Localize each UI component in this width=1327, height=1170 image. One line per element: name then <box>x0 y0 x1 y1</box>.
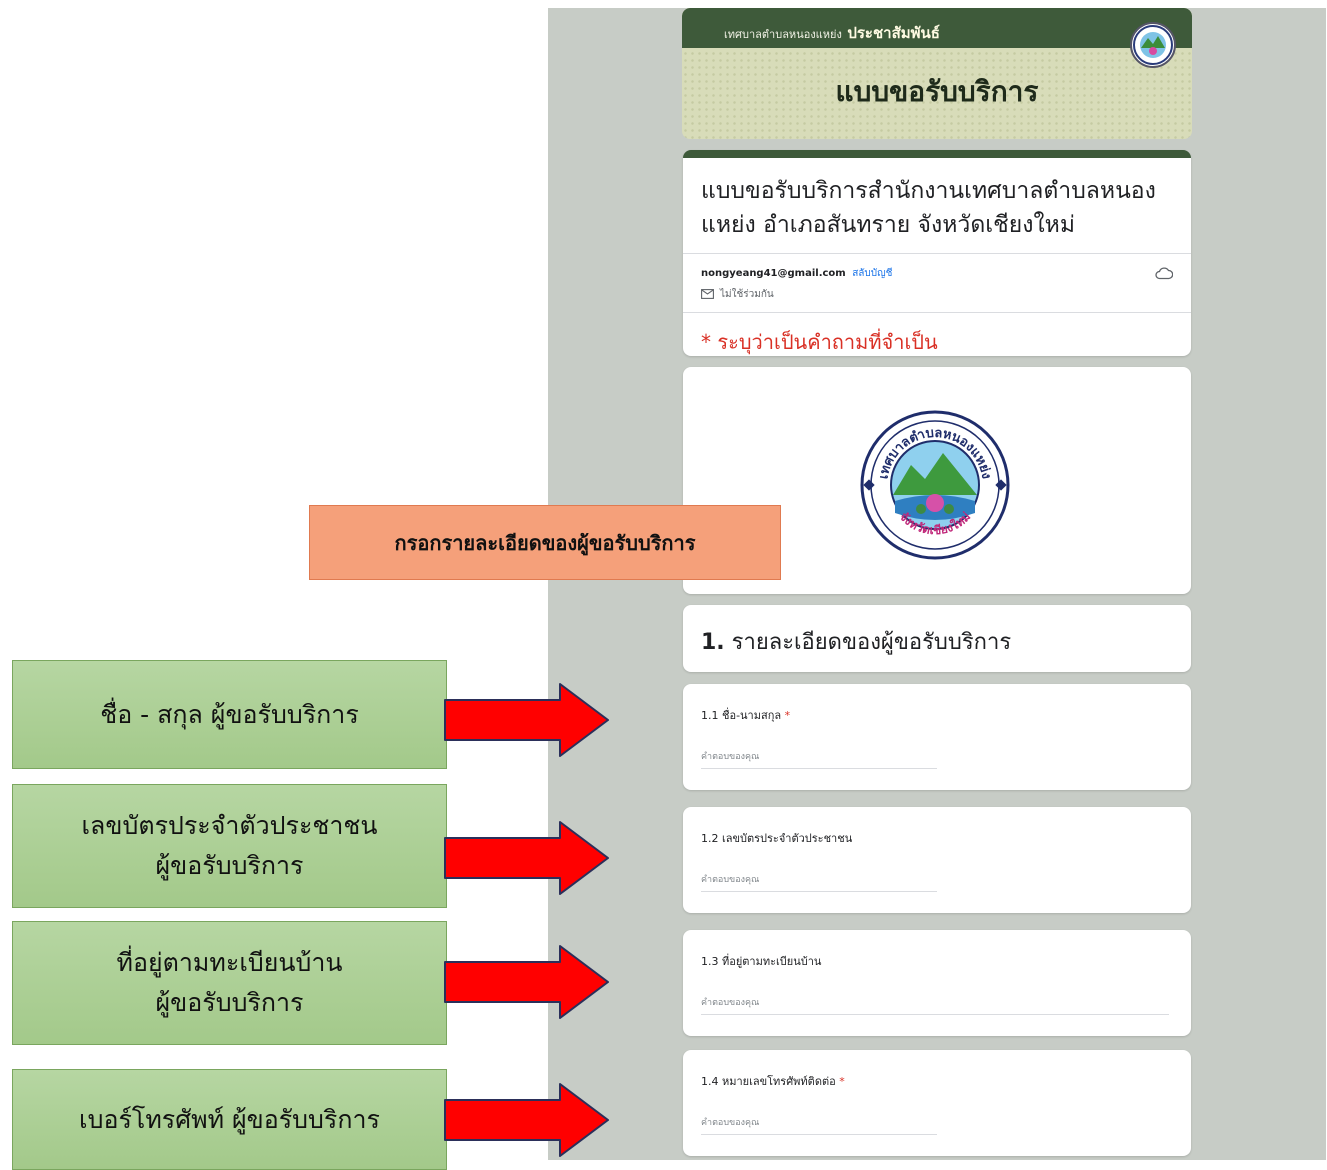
account-email: nongyeang41@gmail.com <box>701 268 846 279</box>
mail-icon <box>701 289 714 299</box>
banner-subtitle: เทศบาลตำบลหนองแหย่ง ประชาสัมพันธ์ <box>724 21 940 45</box>
question-label-text: 1.1 ชื่อ-นามสกุล <box>701 709 782 722</box>
callout-id-card: เลขบัตรประจำตัวประชาชน ผู้ขอรับบริการ <box>12 784 447 908</box>
question-label-text: 1.2 เลขบัตรประจำตัวประชาชน <box>701 832 853 845</box>
question-label: 1.3 ที่อยู่ตามทะเบียนบ้าน <box>701 952 821 970</box>
form-title: แบบขอรับบริการสำนักงานเทศบาลตำบลหนองแหย่… <box>701 178 1156 238</box>
question-label: 1.4 หมายเลขโทรศัพท์ติดต่อ * <box>701 1072 845 1090</box>
required-asterisk: * <box>839 1075 845 1088</box>
account-row: nongyeang41@gmail.com สลับบัญชี ไม่ใช้ร่… <box>683 253 1191 313</box>
section-title-text: รายละเอียดของผู้ขอรับบริการ <box>731 630 1012 655</box>
question-label-text: 1.4 หมายเลขโทรศัพท์ติดต่อ <box>701 1075 836 1088</box>
callout-phone: เบอร์โทรศัพท์ ผู้ขอรับบริการ <box>12 1069 447 1170</box>
header-banner: เทศบาลตำบลหนองแหย่ง ประชาสัมพันธ์ แบบขอร… <box>682 8 1192 139</box>
question-label-text: 1.3 ที่อยู่ตามทะเบียนบ้าน <box>701 955 822 968</box>
question-label: 1.1 ชื่อ-นามสกุล * <box>701 706 790 724</box>
id-card-input[interactable] <box>701 869 937 892</box>
question-card-1-2: 1.2 เลขบัตรประจำตัวประชาชน <box>683 807 1191 913</box>
seal-logo: เทศบาลตำบลหนองแหย่ง จังหวัดเชียงใหม่ <box>860 410 1010 560</box>
account-email-line: nongyeang41@gmail.com สลับบัญชี <box>701 266 892 281</box>
arrow-right-icon <box>444 1083 609 1157</box>
question-card-1-3: 1.3 ที่อยู่ตามทะเบียนบ้าน <box>683 930 1191 1036</box>
banner-title: แบบขอรับบริการ <box>835 75 1039 108</box>
required-asterisk: * <box>784 709 791 722</box>
banner-org: เทศบาลตำบลหนองแหย่ง <box>724 28 842 41</box>
arrow-right-icon <box>444 821 609 895</box>
question-card-1-1: 1.1 ชื่อ-นามสกุล * <box>683 684 1191 790</box>
callout-full-name: ชื่อ - สกุล ผู้ขอรับบริการ <box>12 660 447 769</box>
question-card-1-4: 1.4 หมายเลขโทรศัพท์ติดต่อ * <box>683 1050 1191 1156</box>
required-note: * ระบุว่าเป็นคำถามที่จำเป็น <box>701 330 938 354</box>
not-shared-label: ไม่ใช้ร่วมกัน <box>720 289 774 300</box>
section-number: 1. <box>701 630 725 655</box>
banner-seal-logo <box>1130 22 1176 68</box>
switch-account-link[interactable]: สลับบัญชี <box>852 268 892 279</box>
section-callout: กรอกรายละเอียดของผู้ขอรับบริการ <box>309 505 781 580</box>
section-header-card: 1. รายละเอียดของผู้ขอรับบริการ <box>683 605 1191 672</box>
full-name-input[interactable] <box>701 746 937 769</box>
arrow-right-icon <box>444 945 609 1019</box>
address-input[interactable] <box>701 992 1169 1015</box>
arrow-right-icon <box>444 683 609 757</box>
form-title-card: แบบขอรับบริการสำนักงานเทศบาลตำบลหนองแหย่… <box>683 150 1191 356</box>
not-shared-row: ไม่ใช้ร่วมกัน <box>701 287 774 302</box>
question-label: 1.2 เลขบัตรประจำตัวประชาชน <box>701 829 852 847</box>
banner-pr: ประชาสัมพันธ์ <box>847 24 940 42</box>
phone-input[interactable] <box>701 1112 937 1135</box>
callout-address: ที่อยู่ตามทะเบียนบ้าน ผู้ขอรับบริการ <box>12 921 447 1045</box>
section-title: 1. รายละเอียดของผู้ขอรับบริการ <box>701 624 1011 659</box>
cloud-icon <box>1155 267 1173 280</box>
